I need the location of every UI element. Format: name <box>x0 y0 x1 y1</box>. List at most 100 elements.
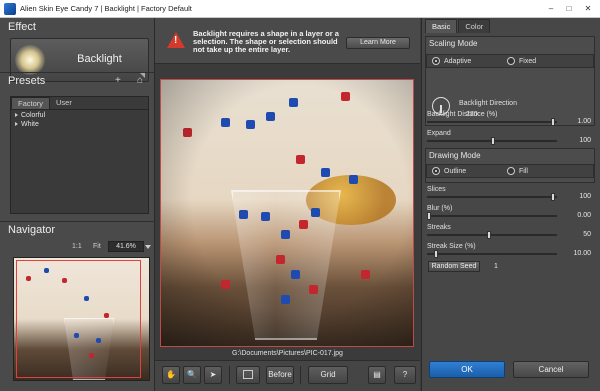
warning-message: Backlight requires a shape in a layer or… <box>193 29 339 54</box>
tab-color[interactable]: Color <box>458 19 491 33</box>
preset-tree: Colorful White <box>11 110 148 130</box>
hand-tool-icon[interactable]: ✋ <box>162 366 180 384</box>
zoom-fit-button[interactable]: Fit <box>93 243 101 250</box>
title-bar: Alien Skin Eye Candy 7 | Backlight | Fac… <box>0 0 600 18</box>
radio-label: Outline <box>444 167 467 175</box>
expand-arrow-icon <box>15 122 18 126</box>
radio-label: Adaptive <box>444 57 472 65</box>
zoom-tool-icon[interactable]: 🔍 <box>183 366 201 384</box>
slider-thumb[interactable] <box>491 137 495 145</box>
left-panel: Effect Backlight Presets + ⌂ Factory Use… <box>0 18 155 391</box>
tab-user[interactable]: User <box>50 97 78 109</box>
radio-dot <box>507 57 515 65</box>
window-title: Alien Skin Eye Candy 7 | Backlight | Fac… <box>20 4 192 13</box>
radio-dot <box>507 167 515 175</box>
param-blur: Blur (%) 0.00 <box>425 205 595 223</box>
viewport-frame[interactable] <box>16 260 141 378</box>
param-value[interactable]: 50 <box>583 231 591 238</box>
slider-track[interactable] <box>427 215 557 217</box>
learn-more-button[interactable]: Learn More <box>346 37 410 49</box>
app-icon <box>4 2 16 15</box>
radio-adaptive[interactable]: Adaptive <box>432 57 471 65</box>
random-seed-value[interactable]: 1 <box>494 263 498 270</box>
effect-title: Effect <box>8 21 36 33</box>
slider-thumb[interactable] <box>551 193 555 201</box>
settings-tabs: Basic Color <box>425 19 491 33</box>
preview-canvas[interactable]: G:\Documents\Pictures\PIC-017.jpg <box>155 64 420 360</box>
presets-header: Presets + ⌂ <box>0 72 155 90</box>
param-streak-size: Streak Size (%) 10.00 <box>425 243 595 261</box>
param-label: Blur (%) <box>427 205 453 212</box>
param-value[interactable]: 1.00 <box>577 118 591 125</box>
maximize-button[interactable]: □ <box>561 3 577 15</box>
drawing-mode-title: Drawing Mode <box>429 151 481 160</box>
presets-panel: Factory User Colorful White <box>10 96 149 214</box>
zoom-level-field[interactable]: 41.6% <box>108 241 144 252</box>
slider-track[interactable] <box>427 253 557 255</box>
bottom-toolbar: ✋ 🔍 ➤ Before Grid ▤ ? <box>155 360 420 391</box>
toolbar-divider <box>300 366 301 384</box>
param-label: Backlight Distance (%) <box>427 111 498 118</box>
toolbar-divider <box>229 366 230 384</box>
slider-thumb[interactable] <box>487 231 491 239</box>
slider-thumb[interactable] <box>434 250 438 258</box>
right-panel: Basic Color Scaling Mode Adaptive Fixed … <box>421 18 600 391</box>
param-label: Expand <box>427 130 451 137</box>
slider-track[interactable] <box>427 234 557 236</box>
param-value[interactable]: 100 <box>579 193 591 200</box>
param-slices: Slices 100 <box>425 186 595 204</box>
radio-dot <box>432 57 440 65</box>
compare-icon[interactable]: ▤ <box>368 366 386 384</box>
effect-name: Backlight <box>77 53 122 65</box>
param-value[interactable]: 100 <box>579 137 591 144</box>
ok-button[interactable]: OK <box>429 361 505 378</box>
param-value[interactable]: 10.00 <box>573 250 591 257</box>
radio-fill[interactable]: Fill <box>507 167 528 175</box>
scaling-mode-title: Scaling Mode <box>429 39 478 48</box>
minimize-button[interactable]: – <box>543 3 559 15</box>
preset-folder-label: White <box>21 121 39 128</box>
radio-fixed[interactable]: Fixed <box>507 57 536 65</box>
param-label: Slices <box>427 186 446 193</box>
pointer-tool-icon[interactable]: ➤ <box>204 366 222 384</box>
param-label: Streaks <box>427 224 451 231</box>
warning-icon: ! <box>167 32 185 48</box>
help-icon[interactable]: ? <box>394 366 416 384</box>
random-seed-button[interactable]: Random Seed <box>428 261 480 272</box>
background-color-button[interactable] <box>236 366 260 384</box>
close-button[interactable]: ✕ <box>580 3 596 15</box>
tab-factory[interactable]: Factory <box>11 97 51 109</box>
param-value[interactable]: 0.00 <box>577 212 591 219</box>
add-preset-icon[interactable]: + <box>115 75 121 86</box>
preset-folder-white[interactable]: White <box>15 120 144 129</box>
warning-bar: ! Backlight requires a shape in a layer … <box>155 18 420 64</box>
param-label: Streak Size (%) <box>427 243 476 250</box>
drawing-mode-group: Drawing Mode Outline Fill <box>425 148 595 183</box>
param-expand: Expand 100 <box>425 130 595 148</box>
drawing-mode-options: Outline Fill <box>426 164 594 178</box>
preview-image[interactable] <box>160 79 414 347</box>
backlight-thumbnail <box>15 45 45 75</box>
navigator-title: Navigator <box>8 224 56 236</box>
radio-dot <box>432 167 440 175</box>
tab-basic[interactable]: Basic <box>425 19 458 33</box>
param-backlight-distance: Backlight Distance (%) 1.00 <box>425 111 595 129</box>
before-button[interactable]: Before <box>266 366 294 384</box>
radio-label: Fixed <box>519 57 537 65</box>
navigator-thumbnail[interactable] <box>13 257 150 381</box>
param-streaks: Streaks 50 <box>425 224 595 242</box>
direction-label: Backlight Direction <box>459 100 517 107</box>
cancel-button[interactable]: Cancel <box>513 361 589 378</box>
grid-button[interactable]: Grid <box>308 366 348 384</box>
zoom-dropdown-icon[interactable] <box>145 245 151 249</box>
home-icon[interactable]: ⌂ <box>137 75 143 86</box>
slider-track[interactable] <box>427 196 557 198</box>
slider-thumb[interactable] <box>551 118 555 126</box>
zoom-1to1-button[interactable]: 1:1 <box>72 243 82 250</box>
navigator-header: Navigator <box>0 221 155 239</box>
radio-outline[interactable]: Outline <box>432 167 466 175</box>
slider-thumb[interactable] <box>427 212 431 220</box>
slider-track[interactable] <box>427 121 557 123</box>
preset-folder-label: Colorful <box>21 112 46 119</box>
preset-folder-colorful[interactable]: Colorful <box>15 111 144 120</box>
